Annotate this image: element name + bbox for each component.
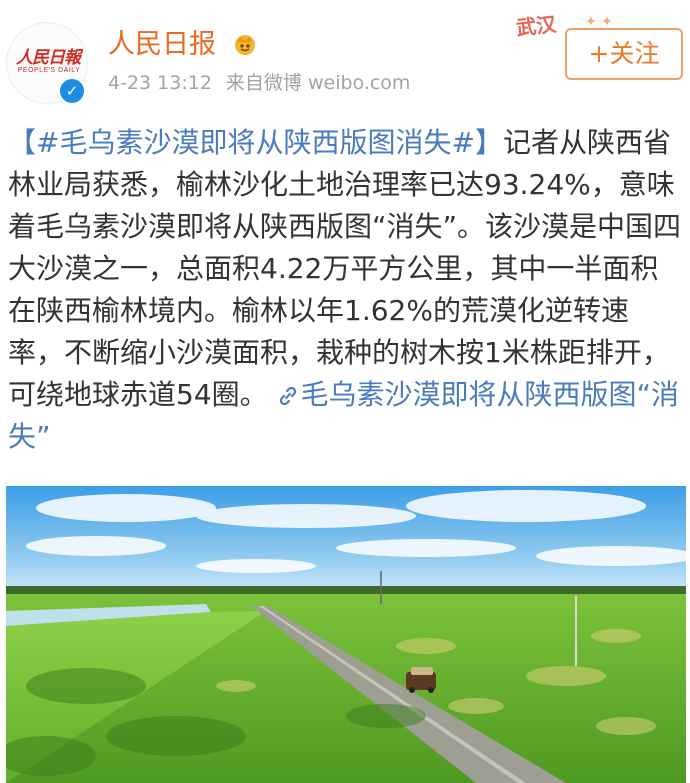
topic-hashtag[interactable]: 【#毛乌素沙漠即将从陕西版图消失#】 bbox=[8, 126, 503, 159]
post-time: 4-23 13:12 bbox=[108, 72, 212, 94]
post-meta: 4-23 13:12 来自微博 weibo.com bbox=[108, 71, 410, 95]
link-icon bbox=[277, 374, 301, 416]
follow-button[interactable]: +关注 bbox=[565, 28, 683, 80]
landscape-photo bbox=[6, 486, 686, 783]
post-photo[interactable] bbox=[6, 486, 686, 783]
crown-emoji-icon bbox=[235, 35, 255, 55]
post-source: 来自微博 weibo.com bbox=[225, 72, 411, 94]
post-content: 【#毛乌素沙漠即将从陕西版图消失#】记者从陕西省林业局获悉，榆林沙化土地治理率已… bbox=[8, 122, 684, 458]
post-body-text: 记者从陕西省林业局获悉，榆林沙化土地治理率已达93.24%，意味着毛乌素沙漠即将… bbox=[8, 126, 682, 411]
avatar-logo-subtext: PEOPLE'S DAILY bbox=[17, 67, 81, 74]
verified-icon: ✓ bbox=[58, 77, 86, 105]
badge-sticker: 武汉 bbox=[515, 11, 558, 41]
post-header: 人民日報 PEOPLE'S DAILY ✓ 人民日报 4-23 13:12 来自微… bbox=[0, 0, 690, 112]
avatar-logo-text: 人民日報 bbox=[16, 48, 81, 68]
account-name[interactable]: 人民日报 bbox=[108, 28, 216, 62]
